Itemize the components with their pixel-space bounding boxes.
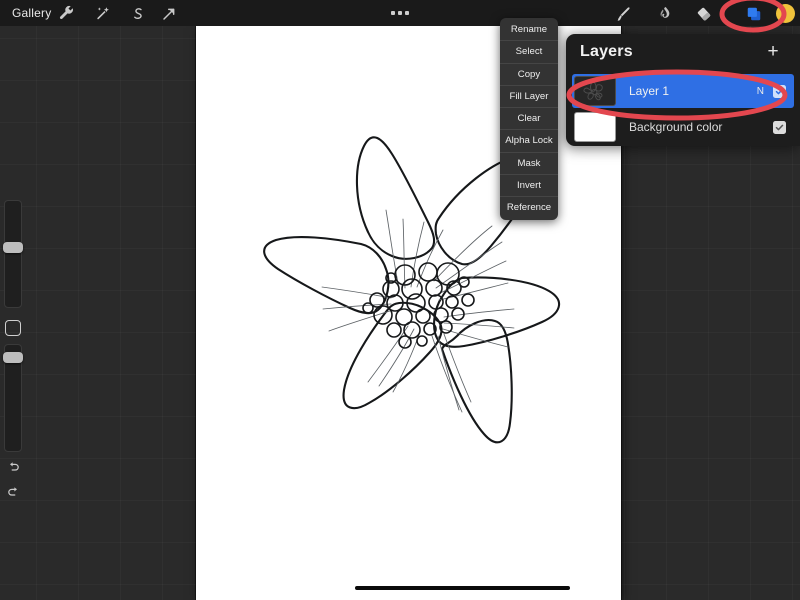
layer-thumbnail-art bbox=[583, 81, 603, 101]
layer-row[interactable]: Layer 1 N bbox=[572, 74, 794, 108]
redo-icon[interactable] bbox=[4, 483, 22, 501]
smudge-icon[interactable] bbox=[655, 3, 676, 24]
layer-thumbnail[interactable] bbox=[574, 112, 616, 142]
context-menu-item-reference[interactable]: Reference bbox=[500, 197, 558, 218]
layer-thumbnail[interactable] bbox=[574, 76, 616, 106]
context-menu-item-mask[interactable]: Mask bbox=[500, 153, 558, 176]
brush-size-slider[interactable] bbox=[4, 200, 22, 308]
transform-arrow-icon[interactable] bbox=[158, 3, 179, 24]
actions-wrench-icon[interactable] bbox=[56, 3, 77, 24]
layer-name[interactable]: Background color bbox=[629, 120, 764, 134]
context-menu-item-select[interactable]: Select bbox=[500, 41, 558, 64]
context-menu-item-clear[interactable]: Clear bbox=[500, 108, 558, 131]
layer-visibility-checkbox[interactable] bbox=[773, 120, 786, 134]
left-sidebar bbox=[0, 200, 26, 512]
layers-panel-title: Layers bbox=[580, 43, 633, 60]
brush-size-thumb[interactable] bbox=[3, 242, 23, 253]
more-options-icon[interactable] bbox=[390, 5, 410, 21]
selection-s-icon[interactable] bbox=[127, 3, 148, 24]
add-layer-button[interactable]: + bbox=[764, 42, 782, 61]
color-swatch-button[interactable] bbox=[776, 4, 795, 23]
context-menu-item-alpha-lock[interactable]: Alpha Lock bbox=[500, 130, 558, 153]
layers-panel: Layers + Layer 1 N Background color bbox=[566, 34, 800, 146]
layers-icon[interactable] bbox=[743, 3, 764, 24]
modify-button[interactable] bbox=[5, 320, 21, 336]
procreate-window: Gallery Layers + Layer 1 N Background co… bbox=[0, 0, 800, 600]
context-menu-item-rename[interactable]: Rename bbox=[500, 19, 558, 42]
layer-row[interactable]: Background color bbox=[572, 110, 794, 144]
home-indicator bbox=[355, 586, 570, 590]
context-menu-item-invert[interactable]: Invert bbox=[500, 175, 558, 198]
context-menu-item-copy[interactable]: Copy bbox=[500, 64, 558, 86]
dot bbox=[405, 11, 409, 15]
top-toolbar: Gallery bbox=[0, 0, 800, 26]
paint-brush-icon[interactable] bbox=[612, 3, 633, 24]
layer-context-menu: Rename Select Copy Fill Layer Clear Alph… bbox=[500, 18, 558, 220]
dot bbox=[398, 11, 402, 15]
gallery-button[interactable]: Gallery bbox=[8, 5, 55, 21]
opacity-thumb[interactable] bbox=[3, 352, 23, 363]
dot bbox=[391, 11, 395, 15]
context-menu-item-fill-layer[interactable]: Fill Layer bbox=[500, 86, 558, 109]
layer-blend-mode[interactable]: N bbox=[757, 86, 764, 97]
adjustments-wand-icon[interactable] bbox=[92, 3, 113, 24]
eraser-icon[interactable] bbox=[693, 3, 714, 24]
layer-visibility-checkbox[interactable] bbox=[773, 84, 786, 98]
undo-icon[interactable] bbox=[4, 458, 22, 476]
layer-name[interactable]: Layer 1 bbox=[629, 84, 757, 98]
